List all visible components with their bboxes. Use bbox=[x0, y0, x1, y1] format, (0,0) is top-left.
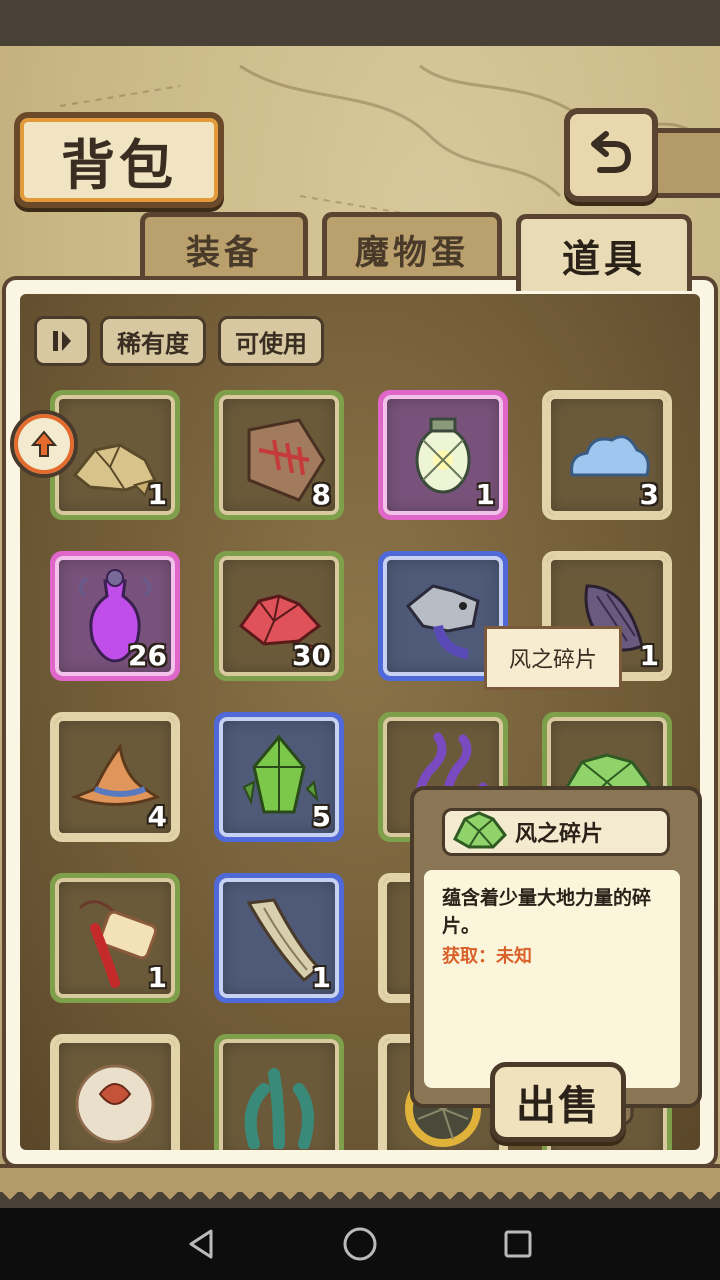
grid-scroll-handle[interactable] bbox=[10, 410, 78, 478]
up-arrow-icon bbox=[30, 430, 58, 457]
detail-obtain-source: 获取：未知 bbox=[442, 946, 532, 967]
item-slot-frame: 5 bbox=[219, 717, 339, 837]
tab-label: 魔物蛋 bbox=[355, 232, 469, 273]
item-slot[interactable]: 4 bbox=[50, 712, 180, 842]
item-slot[interactable] bbox=[214, 1034, 344, 1150]
item-slot[interactable]: 30 bbox=[214, 551, 344, 681]
item-slot[interactable]: 1 bbox=[378, 390, 508, 520]
item-count: 30 bbox=[292, 639, 331, 672]
sort-icon bbox=[53, 331, 71, 351]
item-slot[interactable]: 26 bbox=[50, 551, 180, 681]
seaweed-icon bbox=[244, 1068, 314, 1149]
nav-home-button[interactable] bbox=[340, 1224, 380, 1264]
green-shard-icon bbox=[453, 811, 507, 849]
item-slot-frame bbox=[55, 1039, 175, 1150]
triangle-back-icon bbox=[189, 1229, 213, 1259]
circle-home-icon bbox=[343, 1227, 377, 1261]
item-count: 3 bbox=[639, 478, 659, 511]
item-slot-frame bbox=[219, 1039, 339, 1150]
detail-body: 蕴含着少量大地力量的碎片。 获取：未知 bbox=[424, 870, 680, 1088]
item-slot[interactable]: 8 bbox=[214, 390, 344, 520]
item-slot[interactable]: 1 bbox=[214, 873, 344, 1003]
square-recents-icon bbox=[504, 1230, 532, 1258]
page-title: 背包 bbox=[61, 132, 177, 197]
item-slot-frame: 4 bbox=[55, 717, 175, 837]
item-detail-popup: 风之碎片 蕴含着少量大地力量的碎片。 获取：未知 bbox=[410, 786, 702, 1108]
tab-items[interactable]: 道具 bbox=[516, 214, 692, 291]
item-slot[interactable]: 1 bbox=[50, 873, 180, 1003]
nav-back-button[interactable] bbox=[182, 1224, 222, 1264]
item-count: 1 bbox=[639, 639, 659, 672]
item-slot-frame: 26 bbox=[55, 556, 175, 676]
gray-beast-icon bbox=[405, 584, 480, 659]
item-slot[interactable]: 5 bbox=[214, 712, 344, 842]
item-slot-frame: 30 bbox=[219, 556, 339, 676]
item-slot-frame: 8 bbox=[219, 395, 339, 515]
item-count: 4 bbox=[147, 800, 167, 833]
leaf-orb-icon bbox=[75, 1064, 155, 1144]
detail-header: 风之碎片 bbox=[442, 808, 670, 856]
item-slot-frame: 1 bbox=[383, 395, 503, 515]
item-name-tooltip-text: 风之碎片 bbox=[508, 648, 597, 673]
item-count: 1 bbox=[311, 961, 331, 994]
item-slot-frame: 1 bbox=[219, 878, 339, 998]
tab-label: 道具 bbox=[561, 235, 646, 281]
top-border bbox=[0, 0, 720, 56]
rarity-filter-button[interactable]: 稀有度 bbox=[100, 316, 206, 366]
item-count: 8 bbox=[311, 478, 331, 511]
sort-toggle-button[interactable] bbox=[34, 316, 90, 366]
tab-monster-eggs[interactable]: 魔物蛋 bbox=[322, 212, 502, 281]
item-slot-frame: 1 bbox=[55, 878, 175, 998]
item-count: 5 bbox=[311, 800, 331, 833]
item-slot[interactable]: 3 bbox=[542, 390, 672, 520]
item-slot[interactable] bbox=[50, 1034, 180, 1150]
rarity-filter-label: 稀有度 bbox=[117, 329, 189, 358]
return-arrow-icon bbox=[591, 131, 632, 173]
item-count: 1 bbox=[147, 961, 167, 994]
title-plaque: 背包 bbox=[14, 112, 224, 208]
detail-description: 蕴含着少量大地力量的碎片。 bbox=[442, 887, 652, 937]
item-count: 26 bbox=[128, 639, 167, 672]
sell-button[interactable]: 出售 bbox=[490, 1062, 626, 1142]
system-nav-bar bbox=[0, 1208, 720, 1280]
tab-label: 装备 bbox=[186, 232, 262, 273]
nav-recents-button[interactable] bbox=[498, 1224, 538, 1264]
sell-button-label: 出售 bbox=[516, 1082, 600, 1129]
item-count: 1 bbox=[475, 478, 495, 511]
usable-filter-label: 可使用 bbox=[235, 329, 307, 358]
item-count: 1 bbox=[147, 478, 167, 511]
detail-item-name: 风之碎片 bbox=[515, 822, 604, 847]
tab-equipment[interactable]: 装备 bbox=[140, 212, 308, 281]
usable-filter-button[interactable]: 可使用 bbox=[218, 316, 324, 366]
item-name-tooltip: 风之碎片 bbox=[484, 626, 622, 690]
item-slot-frame: 3 bbox=[547, 395, 667, 515]
back-button[interactable] bbox=[564, 108, 658, 202]
